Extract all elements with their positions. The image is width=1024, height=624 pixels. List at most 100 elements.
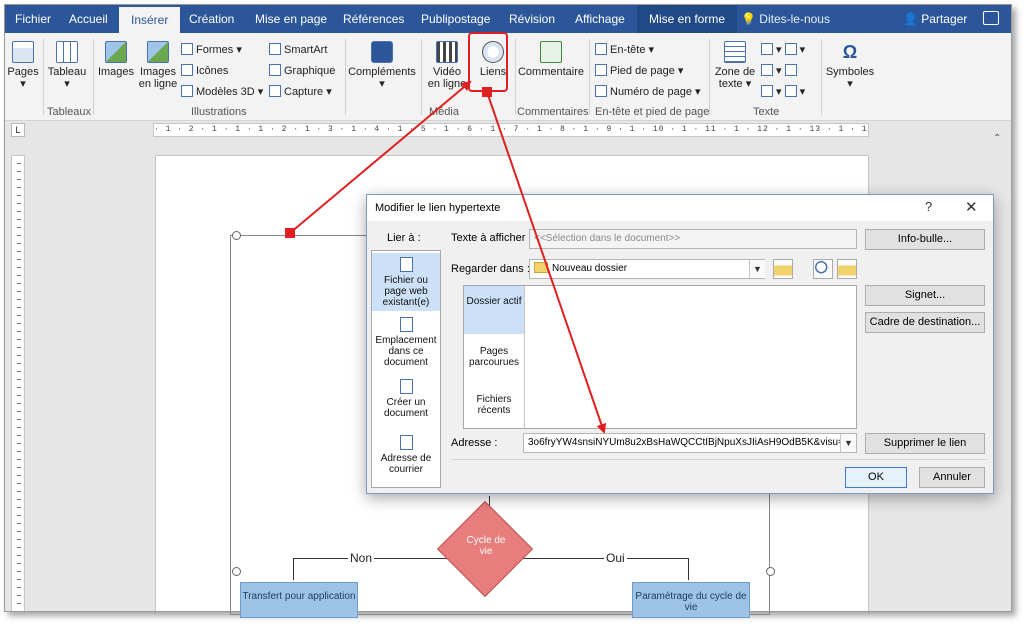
numero-de-page-label: Numéro de page (610, 86, 692, 98)
ribbon-insert: Pages ▾ Tableau ▾ Tableaux Images Images en… (5, 33, 1011, 144)
quickparts-button[interactable]: ▾ ▾ (761, 43, 805, 56)
tab-creation[interactable]: Création (189, 5, 234, 33)
edit-hyperlink-dialog: Modifier le lien hypertexte ? ✕ Lier à :… (366, 194, 994, 494)
resize-handle[interactable] (232, 231, 241, 240)
file-list[interactable] (524, 286, 856, 428)
bookmark-button[interactable]: Signet... (865, 285, 985, 306)
link-to-place-in-document[interactable]: Emplacement dans ce document (372, 313, 440, 373)
commentaire-button[interactable]: Commentaire (517, 41, 585, 78)
cancel-button[interactable]: Annuler (919, 467, 985, 488)
symboles-button[interactable]: Ω Symboles ▾ (823, 41, 877, 90)
icones-button[interactable]: Icônes (181, 64, 228, 77)
flow-connector (688, 558, 689, 580)
complements-button[interactable]: Compléments ▾ (347, 41, 417, 90)
regarder-dans-label: Regarder dans : (451, 263, 530, 275)
header-icon (595, 43, 607, 55)
help-button[interactable]: ? (925, 199, 932, 214)
tab-publipostage[interactable]: Publipostage (421, 5, 490, 33)
group-label-commentaires: Commentaires (517, 106, 589, 118)
tab-inserer[interactable]: Insérer (119, 7, 181, 33)
dropdown-icon: ▾ (379, 78, 385, 90)
comments-icon[interactable] (983, 11, 999, 25)
smartart-button[interactable]: SmartArt (269, 43, 327, 56)
person-icon: 👤 (903, 12, 922, 26)
chevron-down-icon[interactable]: ▼ (749, 260, 765, 278)
tab-accueil[interactable]: Accueil (69, 5, 108, 33)
entete-button[interactable]: En-tête ▾ (595, 43, 654, 56)
tab-revision[interactable]: Révision (509, 5, 555, 33)
browse-file-icon[interactable] (837, 259, 857, 279)
link-to-new-label: Créer un document (384, 397, 428, 419)
liens-highlight-box (468, 32, 508, 92)
adresse-label: Adresse : (451, 437, 498, 449)
close-button[interactable]: ✕ (965, 198, 978, 216)
tab-dossier-actif[interactable]: Dossier actif (464, 286, 524, 334)
signature-icon (784, 43, 797, 55)
process-box-parametrage[interactable]: Paramétrage du cycle de vie (632, 582, 750, 618)
resize-handle[interactable] (766, 567, 775, 576)
browse-web-icon[interactable] (813, 259, 833, 279)
video-button[interactable]: Vidéo en ligne (425, 41, 469, 90)
pied-de-page-button[interactable]: Pied de page ▾ (595, 64, 683, 77)
tableau-button[interactable]: Tableau ▾ (47, 41, 87, 90)
group-separator (589, 39, 590, 115)
vertical-ruler[interactable] (11, 155, 25, 611)
tab-mise-en-forme[interactable]: Mise en forme (637, 5, 738, 33)
date-icon (784, 64, 797, 76)
collapse-ribbon-icon[interactable]: ⌃ (993, 133, 1001, 144)
tab-pages-parcourues[interactable]: Pages parcourues (464, 334, 524, 382)
horizontal-ruler[interactable]: · 1 · 2 · 1 · 1 · 1 · 2 · 1 · 3 · 1 · 4 … (153, 123, 869, 137)
new-document-icon (399, 379, 413, 394)
address-field[interactable]: 3o6fryYW4snsiNYUm8u2xBsHaWQCCtIBjNpuXsJI… (523, 433, 857, 453)
smartart-label: SmartArt (284, 44, 328, 56)
look-in-combobox[interactable]: Nouveau dossier (529, 259, 765, 279)
page-number-icon (595, 85, 607, 97)
dialog-title: Modifier le lien hypertexte (375, 202, 501, 214)
capture-button[interactable]: Capture ▾ (269, 85, 332, 98)
modeles3d-button[interactable]: Modèles 3D ▾ (181, 85, 263, 98)
share-button[interactable]: 👤 Partager (903, 5, 967, 33)
numero-de-page-button[interactable]: Numéro de page ▾ (595, 85, 701, 98)
process-box-transfert[interactable]: Transfert pour application (240, 582, 358, 618)
chart-icon (269, 64, 281, 76)
graphique-button[interactable]: Graphique (269, 64, 335, 77)
link-to-new-document[interactable]: Créer un document (372, 375, 440, 425)
wordart-icon (761, 64, 773, 76)
tell-me-text: Dites-le-nous (759, 12, 830, 26)
dialog-divider (451, 459, 987, 460)
group-label-tableaux: Tableaux (47, 106, 92, 118)
group-separator (709, 39, 710, 115)
target-frame-button[interactable]: Cadre de destination... (865, 312, 985, 333)
tab-selector[interactable]: L (11, 123, 25, 137)
dropcap-button[interactable]: ▾ ▾ (761, 85, 805, 98)
table-icon (56, 41, 78, 63)
online-images-label-2: en ligne (138, 78, 178, 90)
object-icon (784, 85, 797, 97)
resize-handle[interactable] (232, 567, 241, 576)
chevron-down-icon[interactable]: ▼ (840, 434, 856, 452)
omega-icon: Ω (842, 42, 858, 62)
tab-fichier[interactable]: Fichier (15, 5, 51, 33)
smartart-icon (269, 43, 281, 55)
graphique-label: Graphique (284, 65, 336, 77)
zone-de-texte-button[interactable]: Zone de texte ▾ (713, 41, 757, 90)
images-button[interactable]: Images (97, 41, 135, 78)
browse-folder-icon[interactable] (773, 259, 793, 279)
group-label-illustrations: Illustrations (191, 106, 247, 118)
screenshot-icon (269, 85, 281, 97)
online-images-button[interactable]: Images en ligne (137, 41, 179, 90)
screentip-button[interactable]: Info-bulle... (865, 229, 985, 250)
tab-references[interactable]: Références (343, 5, 404, 33)
link-to-email[interactable]: Adresse de courrier (372, 431, 440, 483)
tab-fichiers-recents[interactable]: Fichiers récents (464, 382, 524, 428)
link-to-file-web[interactable]: Fichier ou page web existant(e) (372, 253, 440, 311)
tell-me-search[interactable]: 💡 Dites-le-nous (741, 5, 830, 33)
tab-affichage[interactable]: Affichage (575, 5, 625, 33)
wordart-button[interactable]: ▾ (761, 64, 800, 77)
tab-mise-en-page[interactable]: Mise en page (255, 5, 327, 33)
pages-button[interactable]: Pages ▾ (7, 41, 39, 90)
text-to-display-field[interactable]: <<Sélection dans le document>> (529, 229, 857, 249)
ok-button[interactable]: OK (845, 467, 907, 488)
formes-button[interactable]: Formes ▾ (181, 43, 242, 56)
remove-link-button[interactable]: Supprimer le lien (865, 433, 985, 454)
